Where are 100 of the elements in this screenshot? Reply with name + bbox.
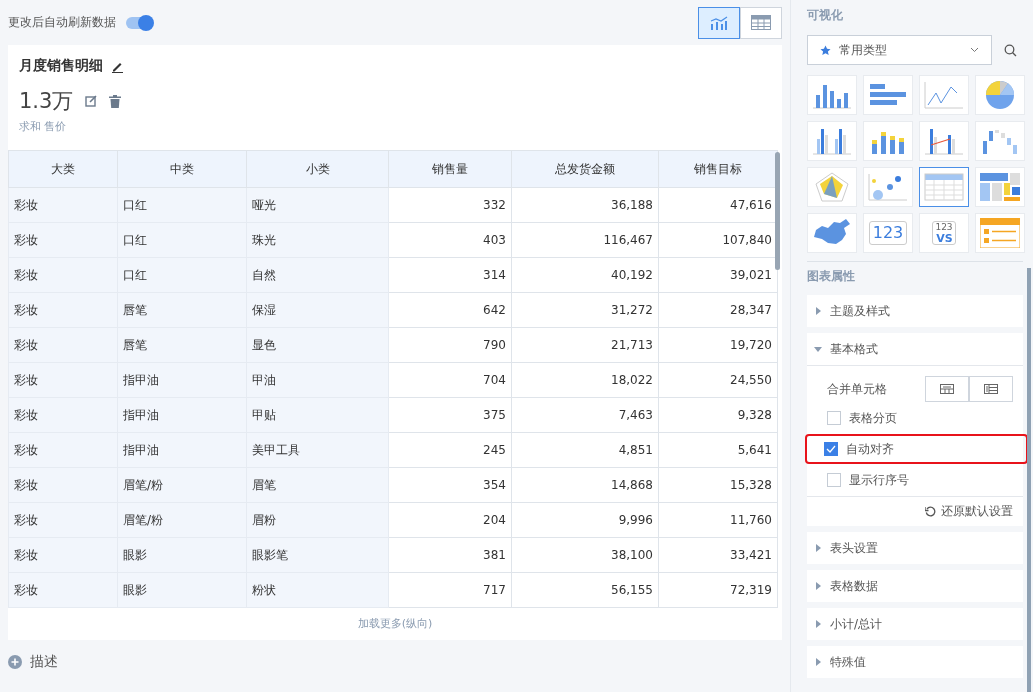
metric-caption: 求和 售价 [18,119,68,135]
table-cell: 珠光 [246,222,389,258]
table-cell: 4,851 [511,432,659,468]
table-cell: 403 [388,222,512,258]
table-cell: 11,760 [658,502,778,538]
option-label[interactable]: 自动对齐 [846,440,894,458]
table-cell: 56,155 [511,572,659,608]
column-header: 中类 [117,150,247,188]
table-cell: 保湿 [246,292,389,328]
column-header: 大类 [8,150,118,188]
table-cell: 15,328 [658,467,778,503]
bar-line-icon [710,15,728,30]
pie-chart-tile[interactable] [975,75,1025,115]
table-cell: 显色 [246,327,389,363]
section-header[interactable]: 表格数据 [807,570,1023,602]
table-cell: 9,996 [511,502,659,538]
column-header: 销售目标 [658,150,778,188]
table-chart-tile[interactable] [919,167,969,207]
map-chart-tile[interactable] [807,213,857,253]
table-cell: 彩妆 [8,467,118,503]
section-header[interactable]: 小计/总计 [807,608,1023,640]
waterfall-chart-tile[interactable] [975,121,1025,161]
chart-type-select[interactable]: 常用类型 [807,35,992,65]
table-cell: 眼影 [117,537,247,573]
caret-right-icon [814,544,822,552]
line-chart-tile[interactable] [919,75,969,115]
edit-icon[interactable] [85,95,98,107]
table-cell: 美甲工具 [246,432,389,468]
list-chart-tile[interactable] [975,213,1025,253]
table-cell: 彩妆 [8,537,118,573]
scatter-chart-tile[interactable] [863,167,913,207]
stacked-chart-tile[interactable] [863,121,913,161]
table-cell: 72,319 [658,572,778,608]
star-icon [820,44,831,56]
table-cell: 眉笔 [246,467,389,503]
table-cell: 245 [388,432,512,468]
reset-defaults-button[interactable]: 还原默认设置 [925,503,1013,520]
table-cell: 40,192 [511,257,659,293]
section-header[interactable]: 特殊值 [807,646,1023,678]
table-cell: 354 [388,467,512,503]
column-header: 小类 [246,150,389,188]
merge-rows-button[interactable] [925,376,969,402]
table-cell: 哑光 [246,187,389,223]
table-cell: 彩妆 [8,257,118,293]
caret-right-icon [814,658,822,666]
table-cell: 彩妆 [8,397,118,433]
caret-down-icon [814,345,822,353]
option-label[interactable]: 表格分页 [849,409,897,427]
grouped-chart-tile[interactable] [807,121,857,161]
table-cell: 眉粉 [246,502,389,538]
section-header[interactable]: 表头设置 [807,532,1023,564]
compare-chart-tile[interactable]: 123 VS [919,213,969,253]
table-icon [751,15,771,30]
caret-right-icon [814,582,822,590]
search-icon[interactable] [1004,43,1017,57]
table-cell: 口红 [117,187,247,223]
option-label[interactable]: 显示行序号 [849,471,909,489]
card-title: 月度销售明细 [19,57,103,75]
checkbox[interactable] [827,473,841,487]
bar-chart-tile[interactable] [863,75,913,115]
table-cell: 314 [388,257,512,293]
table-cell: 彩妆 [8,222,118,258]
table-cell: 彩妆 [8,572,118,608]
auto-refresh-toggle[interactable] [126,16,153,29]
metric-value: 1.3万 [19,88,74,115]
checkbox[interactable] [824,442,838,456]
add-icon[interactable] [8,655,22,669]
table-cell: 704 [388,362,512,398]
caret-right-icon [814,620,822,628]
chevron-down-icon [970,47,979,53]
section-header[interactable]: 基本格式 [807,333,1023,365]
trash-icon[interactable] [109,94,122,108]
merge-columns-button[interactable] [969,376,1013,402]
table-cell: 彩妆 [8,432,118,468]
table-view-button[interactable] [740,6,782,39]
table-cell: 31,272 [511,292,659,328]
merge-rows-icon [940,384,954,394]
describe-label[interactable]: 描述 [30,653,58,671]
combo-chart-tile[interactable] [919,121,969,161]
merge-cells-label: 合并单元格 [827,380,887,398]
column-header: 总发货金额 [511,150,659,188]
table-cell: 彩妆 [8,502,118,538]
number-chart-tile[interactable]: 123 [863,213,913,253]
table-cell: 口红 [117,222,247,258]
table-cell: 唇笔 [117,327,247,363]
radar-chart-tile[interactable] [807,167,857,207]
table-cell: 204 [388,502,512,538]
table-cell: 彩妆 [8,292,118,328]
table-cell: 甲油 [246,362,389,398]
table-cell: 21,713 [511,327,659,363]
treemap-chart-tile[interactable] [975,167,1025,207]
section-header[interactable]: 主题及样式 [807,295,1023,327]
table-cell: 彩妆 [8,327,118,363]
checkbox[interactable] [827,411,841,425]
merge-columns-icon [984,384,998,394]
column-chart-tile[interactable] [807,75,857,115]
table-cell: 36,188 [511,187,659,223]
column-header: 销售量 [388,150,512,188]
chart-view-button[interactable] [698,6,740,39]
caret-right-icon [814,307,822,315]
